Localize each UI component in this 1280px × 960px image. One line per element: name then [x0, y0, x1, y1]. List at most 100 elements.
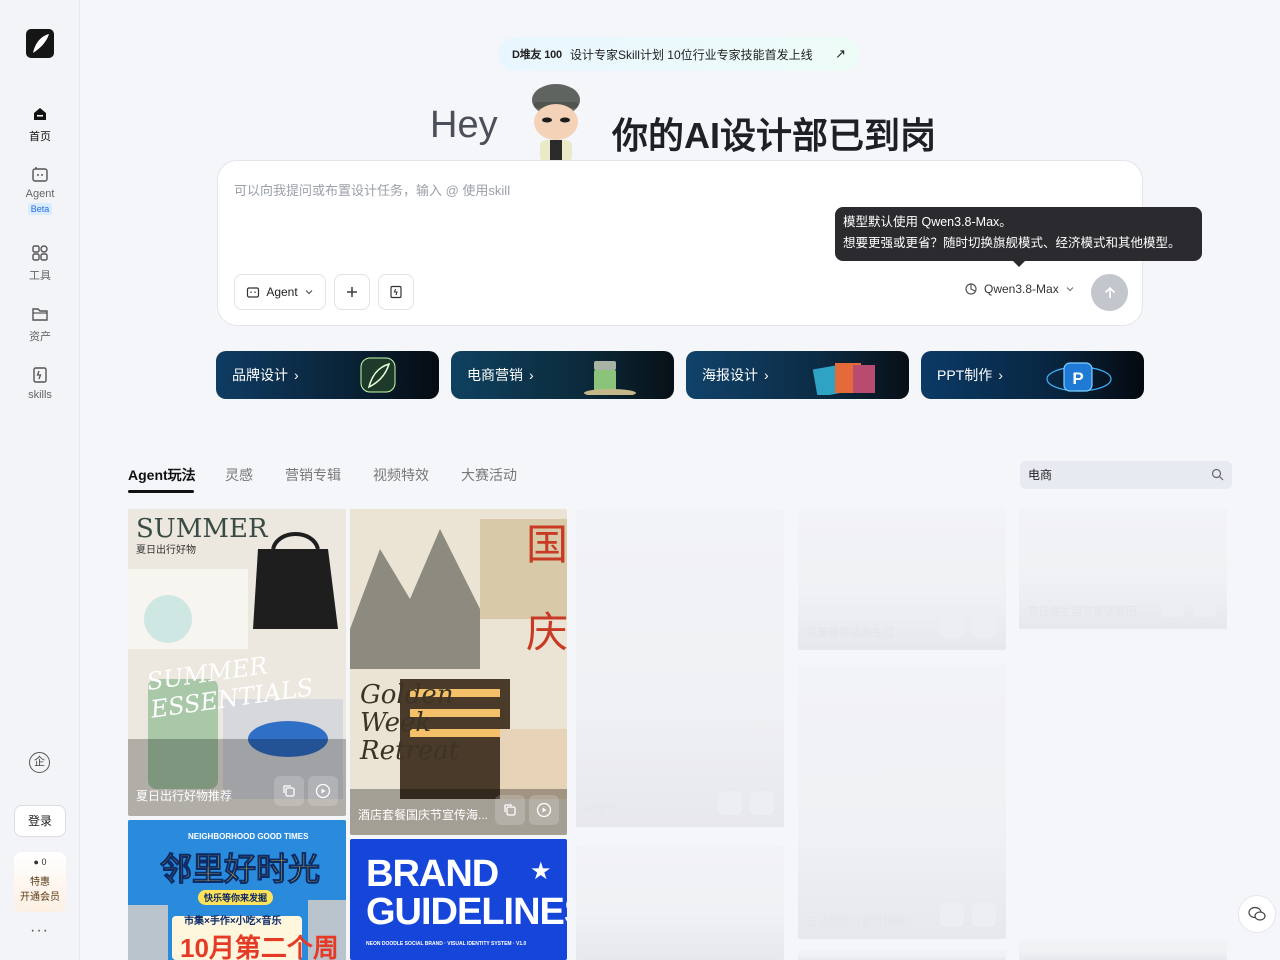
points-value: 0	[41, 857, 47, 867]
model-select[interactable]: Qwen3.8-Max	[964, 282, 1075, 296]
copy-button[interactable]	[495, 795, 525, 825]
category-label: 品牌设计	[232, 367, 288, 383]
chevron-right-icon: ›	[998, 367, 1003, 383]
banner-text: 设计专家Skill计划 10位行业专家技能首发上线	[569, 47, 813, 62]
tab-inspiration[interactable]: 灵感	[225, 465, 253, 485]
gallery-card-placeholder[interactable]: 风景建筑插画生成	[798, 509, 1006, 650]
mascot-illustration	[532, 84, 580, 162]
model-tooltip: 模型默认使用 Qwen3.8-Max。 想要更强或更省？随时切换旗舰模式、经济模…	[835, 207, 1202, 267]
more-icon[interactable]: ···	[30, 922, 49, 940]
chevron-right-icon: ›	[529, 367, 534, 383]
product-jar-illustration	[584, 361, 636, 395]
poster-date: 10月第二个周末	[180, 933, 339, 960]
copy-button[interactable]	[718, 791, 742, 815]
poster-big-char: 国	[526, 520, 567, 569]
chevron-right-icon: ›	[764, 367, 769, 383]
tools-icon	[32, 245, 48, 261]
gallery-card-neighborhood[interactable]: NEIGHBORHOOD GOOD TIMES 邻里好时光 快乐等你来发掘 市集…	[128, 820, 346, 960]
sidebar-item-assets[interactable]: 资产	[0, 304, 80, 344]
category-poster-design[interactable]: 海报设计 ›	[686, 351, 909, 399]
category-label: 电商营销	[467, 367, 523, 383]
sidebar-item-agent[interactable]: Agent Beta	[0, 164, 80, 215]
sidebar: 首页 Agent Beta 工具 资产 skills 企 登录 ● 0 特惠 开…	[0, 0, 80, 960]
play-button[interactable]	[308, 776, 338, 806]
search-icon[interactable]	[1211, 468, 1224, 481]
gallery-card-summer[interactable]: SUMMER 夏日出行好物 SUMMER ESSENTIALS 夏日出行好物推荐	[128, 509, 346, 816]
category-ppt[interactable]: PPT制作 › P	[921, 351, 1144, 399]
search-input[interactable]: 电商	[1020, 461, 1232, 489]
play-icon	[315, 783, 331, 799]
poster-title-line-2: GUIDELINES	[366, 891, 567, 933]
home-icon	[34, 108, 46, 120]
poster-header: NEIGHBORHOOD GOOD TIMES	[188, 832, 309, 841]
announcement-banner[interactable]: D堆友 100 设计专家Skill计划 10位行业专家技能首发上线 ↗	[498, 37, 860, 71]
sidebar-item-label: Agent	[25, 188, 55, 200]
copy-button[interactable]	[274, 776, 304, 806]
skill-button[interactable]	[378, 274, 414, 310]
brand-logo-illustration	[360, 357, 396, 393]
gallery-card-placeholder[interactable]: 云朵图标创意月牌推广	[798, 665, 1006, 939]
prompt-input[interactable]: 可以向我提问或布置设计任务，输入 @ 使用skill	[234, 180, 510, 199]
app-logo[interactable]	[26, 29, 54, 58]
model-label: Qwen3.8-Max	[984, 282, 1059, 296]
tab-agent[interactable]: Agent玩法	[128, 465, 196, 485]
gallery-card-placeholder[interactable]	[798, 950, 1006, 960]
copy-button[interactable]	[940, 903, 964, 927]
chat-support-button[interactable]	[1238, 895, 1276, 933]
tab-marketing[interactable]: 营销专辑	[285, 465, 341, 485]
gallery-card-placeholder[interactable]: 节日慢生活节营销套图	[1019, 509, 1227, 629]
play-button[interactable]	[529, 795, 559, 825]
sidebar-item-label: skills	[28, 389, 52, 401]
poster-tags: 市集×手作×小吃×音乐	[184, 916, 282, 927]
sidebar-item-tools[interactable]: 工具	[0, 243, 80, 283]
banner-brand: D堆友 100	[512, 49, 562, 61]
sidebar-item-label: 工具	[29, 270, 51, 282]
coin-icon: ●	[33, 857, 39, 867]
gallery-card-placeholder[interactable]: IP设计	[576, 509, 784, 827]
points-display: ● 0	[14, 857, 66, 867]
play-button[interactable]	[1193, 593, 1217, 617]
play-icon	[536, 802, 552, 818]
play-button[interactable]	[972, 903, 996, 927]
agent-mode-label: Agent	[266, 285, 298, 299]
sidebar-item-skills[interactable]: skills	[0, 365, 80, 401]
play-button[interactable]	[972, 614, 996, 638]
gallery-card-brand-guidelines[interactable]: BRAND GUIDELINES ★ NEON DOODLE SOCIAL BR…	[350, 839, 567, 960]
svg-text:P: P	[1072, 369, 1083, 388]
poster-title-line-1: BRAND	[366, 853, 499, 895]
tooltip-line-1: 模型默认使用 Qwen3.8-Max。	[843, 215, 1012, 229]
gallery-card-golden-week[interactable]: 国 庆 Golden Week Retreat 酒店套餐国庆节宣传海...	[350, 509, 567, 835]
skills-icon	[33, 367, 47, 383]
copy-button[interactable]	[940, 614, 964, 638]
poster-title: 邻里好时光	[159, 851, 321, 888]
member-card[interactable]: ● 0 特惠 开通会员	[14, 852, 66, 912]
agent-mode-select[interactable]: Agent	[234, 274, 326, 310]
send-button[interactable]	[1091, 274, 1128, 311]
chevron-down-icon	[1066, 287, 1074, 292]
tooltip-line-2: 想要更强或更省？随时切换旗舰模式、经济模式和其他模型。	[843, 236, 1181, 250]
category-ecommerce[interactable]: 电商营销 ›	[451, 351, 674, 399]
hero-title: 你的AI设计部已到岗	[612, 115, 937, 156]
copy-icon	[283, 785, 295, 797]
card-caption: 云朵图标创意月牌推广	[806, 916, 916, 928]
login-button[interactable]: 登录	[14, 805, 66, 837]
add-button[interactable]	[334, 274, 370, 310]
tab-video-effects[interactable]: 视频特效	[373, 465, 429, 485]
card-caption: 夏日出行好物推荐	[136, 789, 233, 803]
enterprise-icon[interactable]: 企	[29, 752, 50, 773]
copy-button[interactable]	[1161, 593, 1185, 617]
card-caption: 风景建筑插画生成	[806, 627, 894, 639]
member-promo-label: 特惠	[30, 877, 50, 888]
sidebar-item-label: 资产	[29, 331, 51, 343]
play-button[interactable]	[750, 791, 774, 815]
agent-icon	[32, 167, 48, 182]
sidebar-item-home[interactable]: 首页	[0, 104, 80, 144]
gallery-card-placeholder[interactable]	[576, 845, 784, 960]
folder-icon	[32, 308, 48, 321]
skills-icon	[390, 285, 402, 299]
chevron-right-icon: ›	[294, 367, 299, 383]
beta-badge: Beta	[27, 203, 53, 215]
category-brand-design[interactable]: 品牌设计 ›	[216, 351, 439, 399]
tab-contests[interactable]: 大赛活动	[461, 465, 517, 485]
gallery-card-placeholder[interactable]	[1019, 940, 1227, 960]
